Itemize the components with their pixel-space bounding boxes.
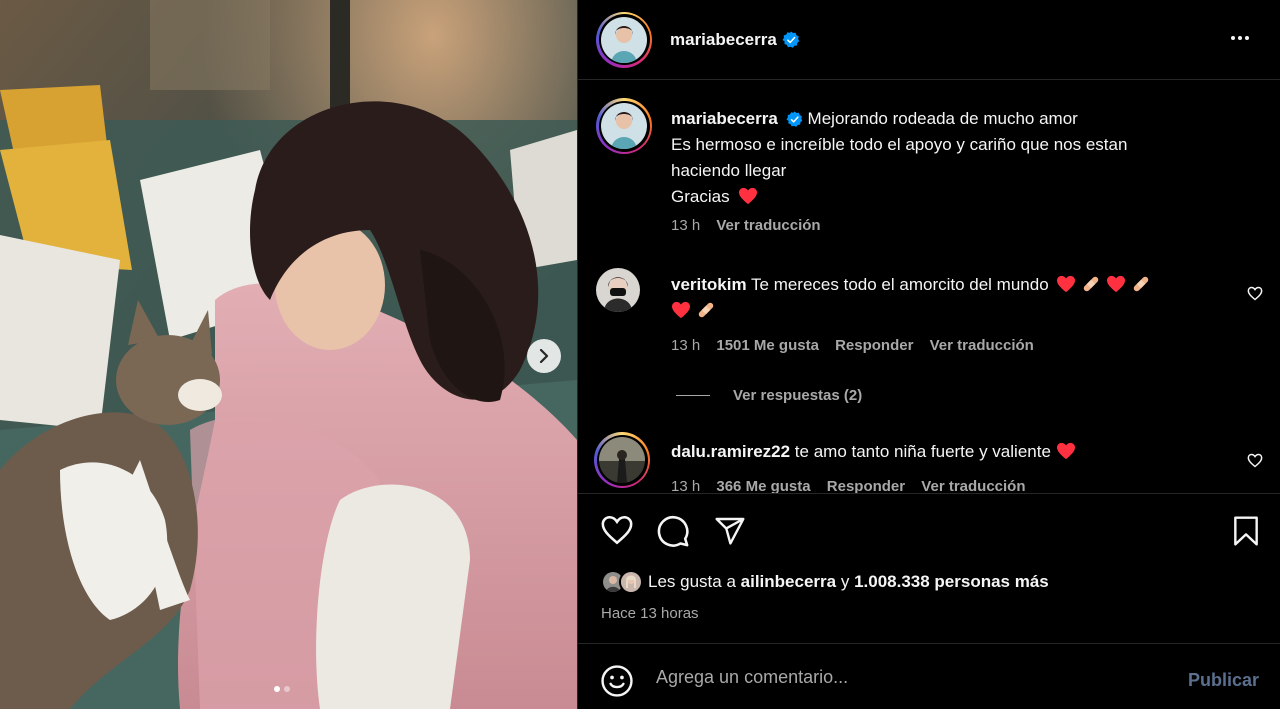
post-actions: Les gusta a ailinbecerra y 1.008.338 per… [578, 493, 1280, 643]
comment-avatar[interactable] [594, 432, 650, 488]
replies-divider [676, 395, 710, 396]
comment-body: dalu.ramirez22 te amo tanto niña fuerte … [671, 439, 1231, 465]
bandage-emoji-icon [1133, 276, 1148, 292]
caption-line-2: Es hermoso e increíble todo el apoyo y c… [671, 135, 1128, 180]
bandage-emoji-icon [698, 302, 713, 318]
share-icon[interactable] [714, 515, 746, 547]
likes-others-count[interactable]: 1.008.338 personas más [854, 572, 1049, 591]
liker-avatar [619, 570, 643, 594]
post-caption: mariabecerra Mejorando rodeada de mucho … [671, 106, 1231, 210]
comment-time[interactable]: 13 h [671, 478, 700, 493]
red-heart-emoji-icon [1056, 442, 1075, 460]
avatar-image [599, 437, 645, 483]
comment-username[interactable]: veritokim [671, 275, 747, 294]
caption-line-3: Gracias [671, 187, 730, 206]
carousel-dot-active [274, 686, 280, 692]
view-replies-label: Ver respuestas (2) [733, 387, 863, 404]
emoji-icon[interactable] [600, 664, 634, 698]
comment-reply-link[interactable]: Responder [827, 478, 905, 493]
bandage-emoji-icon [1083, 276, 1099, 292]
likes-prefix: Les gusta a [648, 572, 736, 591]
carousel-indicator [274, 686, 290, 692]
verified-badge-icon [785, 111, 802, 127]
comment-reply-link[interactable]: Responder [835, 337, 913, 354]
likes-summary[interactable]: Les gusta a ailinbecerra y 1.008.338 per… [601, 570, 1049, 594]
comment-translate-link[interactable]: Ver traducción [930, 337, 1034, 354]
comment-body: veritokim Te mereces todo el amorcito de… [671, 272, 1231, 324]
caption-username[interactable]: mariabecerra [671, 109, 778, 128]
caption-meta: 13 h Ver traducción [671, 217, 821, 234]
comment-likes-count[interactable]: 1501 Me gusta [716, 337, 819, 354]
more-options-icon [1231, 36, 1235, 40]
caption-translate-link[interactable]: Ver traducción [716, 217, 820, 234]
comment-text: Te mereces todo el amorcito del mundo [751, 275, 1049, 294]
verified-badge-icon [782, 30, 800, 48]
likes-text: Les gusta a ailinbecerra y 1.008.338 per… [648, 572, 1049, 592]
likes-joiner: y [840, 572, 850, 591]
comment-text: te amo tanto niña fuerte y valiente [794, 442, 1051, 461]
post-photo [0, 0, 577, 709]
avatar-image [601, 16, 647, 63]
comment-icon[interactable] [656, 514, 690, 548]
comment-username[interactable]: dalu.ramirez22 [671, 442, 790, 461]
comment-translate-link[interactable]: Ver traducción [921, 478, 1025, 493]
bookmark-icon[interactable] [1232, 515, 1260, 547]
comment-input[interactable] [656, 662, 1136, 692]
red-heart-emoji-icon [1057, 275, 1076, 293]
post-media[interactable] [0, 0, 577, 709]
post-timestamp[interactable]: Hace 13 horas [601, 605, 699, 622]
carousel-dot [284, 686, 290, 692]
comment-like-heart-icon[interactable] [1247, 286, 1263, 301]
caption-time[interactable]: 13 h [671, 217, 700, 234]
comment-meta: 13 h 1501 Me gusta Responder Ver traducc… [671, 337, 1034, 354]
avatar-image [596, 268, 640, 312]
chevron-right-icon [539, 349, 549, 363]
comment-like-heart-icon[interactable] [1247, 453, 1263, 468]
view-replies-button[interactable]: Ver respuestas (2) [676, 387, 862, 404]
red-heart-emoji-icon [739, 187, 758, 205]
author-username[interactable]: mariabecerra [670, 30, 777, 50]
publish-button[interactable]: Publicar [1188, 670, 1259, 691]
comment-meta: 13 h 366 Me gusta Responder Ver traducci… [671, 478, 1026, 493]
comment-time[interactable]: 13 h [671, 337, 700, 354]
caption-line-1: Mejorando rodeada de mucho amor [807, 109, 1078, 128]
author-avatar[interactable] [596, 11, 652, 68]
comments-list[interactable]: mariabecerra Mejorando rodeada de mucho … [578, 81, 1280, 493]
red-heart-emoji-icon [672, 301, 690, 319]
carousel-next-button[interactable] [527, 339, 561, 373]
comment-composer: Publicar [578, 643, 1280, 709]
avatar-image [601, 103, 647, 149]
heart-icon[interactable] [600, 514, 634, 546]
post-header: mariabecerra [578, 0, 1280, 80]
comment-likes-count[interactable]: 366 Me gusta [716, 478, 810, 493]
liker-username[interactable]: ailinbecerra [741, 572, 836, 591]
post-modal: mariabecerra mariabecerra Mejorando rode… [0, 0, 1280, 709]
more-options-button[interactable] [1225, 26, 1255, 50]
red-heart-emoji-icon [1106, 275, 1125, 293]
caption-author-avatar[interactable] [596, 98, 652, 154]
post-details-panel: mariabecerra mariabecerra Mejorando rode… [577, 0, 1280, 709]
comment-avatar[interactable] [596, 268, 640, 317]
